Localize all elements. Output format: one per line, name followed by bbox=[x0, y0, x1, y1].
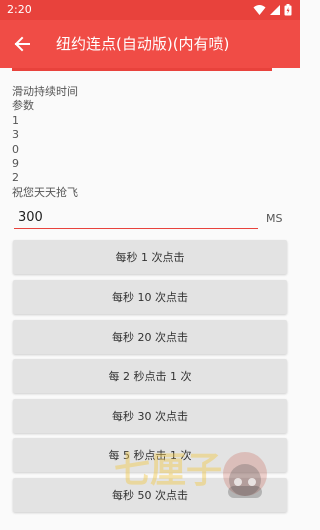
battery-icon bbox=[284, 4, 292, 16]
app-bar: 纽约连点(自动版)(内有喷) bbox=[0, 20, 300, 68]
info-line: 9 bbox=[12, 157, 19, 171]
info-line: 3 bbox=[12, 128, 19, 142]
progress-line bbox=[12, 68, 272, 71]
info-line: 2 bbox=[12, 171, 19, 185]
status-icons bbox=[250, 4, 292, 16]
btn-30-per-sec[interactable]: 每秒 30 次点击 bbox=[13, 399, 287, 433]
info-line: 滑动持续时间 bbox=[12, 85, 78, 98]
duration-row: MS bbox=[12, 206, 288, 230]
btn-10-per-sec[interactable]: 每秒 10 次点击 bbox=[13, 280, 287, 314]
unit-label: MS bbox=[266, 212, 283, 225]
status-bar: 2:20 bbox=[0, 0, 300, 20]
btn-1-per-sec[interactable]: 每秒 1 次点击 bbox=[13, 240, 287, 274]
info-line: 参数 bbox=[12, 99, 34, 113]
watermark-logo: 七厘子 bbox=[114, 450, 267, 498]
info-line: 1 bbox=[12, 113, 19, 127]
info-line: 0 bbox=[12, 142, 19, 156]
back-button[interactable] bbox=[10, 32, 34, 56]
btn-20-per-sec[interactable]: 每秒 20 次点击 bbox=[13, 320, 287, 354]
wifi-icon bbox=[253, 5, 266, 15]
duration-input[interactable] bbox=[14, 206, 258, 229]
info-block: 滑动持续时间 参数 1 3 0 9 2 祝您天天抢飞 bbox=[12, 85, 282, 200]
page-title: 纽约连点(自动版)(内有喷) bbox=[56, 35, 230, 53]
signal-icon bbox=[270, 5, 280, 15]
arrow-left-icon bbox=[14, 36, 30, 52]
status-time: 2:20 bbox=[7, 3, 32, 16]
btn-every-2-sec[interactable]: 每 2 秒点击 1 次 bbox=[13, 359, 287, 393]
watermark-text: 七厘子 bbox=[114, 450, 222, 491]
info-line: 祝您天天抢飞 bbox=[12, 185, 78, 199]
